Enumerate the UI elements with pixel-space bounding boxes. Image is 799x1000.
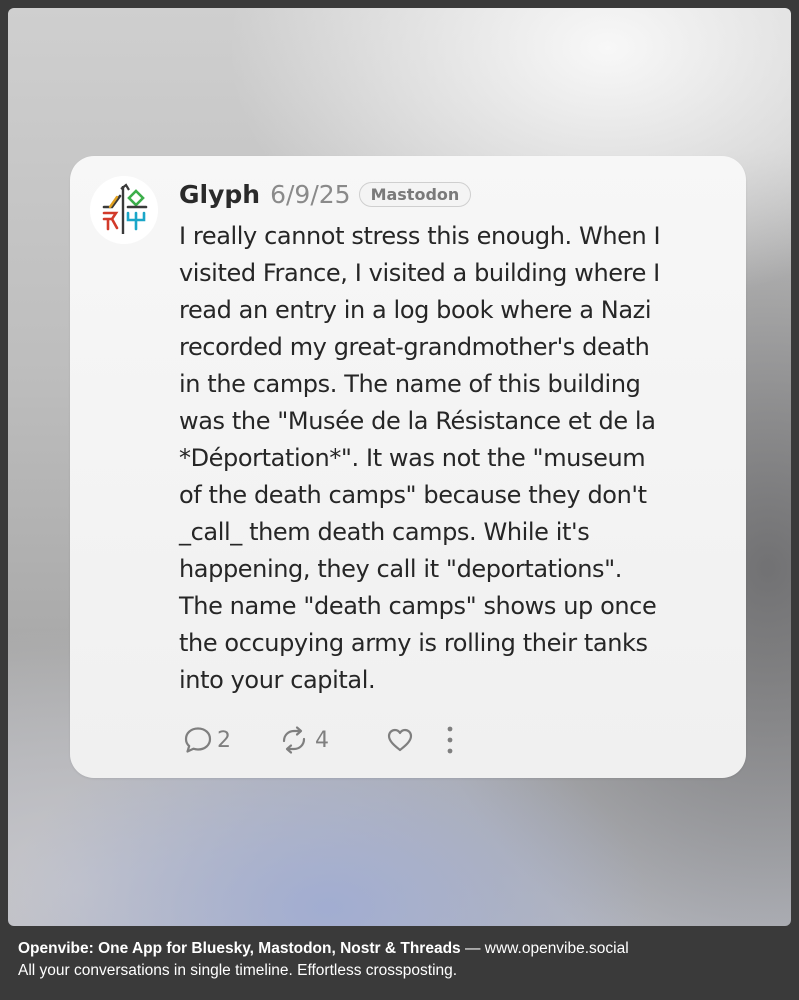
footer-separator: — <box>460 940 485 957</box>
footer-line-1: Openvibe: One App for Bluesky, Mastodon,… <box>18 938 788 960</box>
post-date[interactable]: 6/9/25 <box>270 180 350 209</box>
more-button[interactable] <box>443 724 457 756</box>
post-text-line: read an entry in a log book where a Nazi <box>179 296 652 324</box>
post-text-line: the occupying army is rolling their tank… <box>179 629 648 657</box>
boost-count: 4 <box>315 727 329 753</box>
more-vertical-icon <box>447 726 453 754</box>
post-text-line: visited France, I visited a building whe… <box>179 259 660 287</box>
post-text-line: I really cannot stress this enough. When… <box>179 222 661 250</box>
post-text: I really cannot stress this enough. When… <box>179 218 731 699</box>
platform-badge: Mastodon <box>358 181 472 207</box>
post-text-line: in the camps. The name of this building <box>179 370 641 398</box>
footer-brand: Openvibe: One App for Bluesky, Mastodon,… <box>18 940 461 957</box>
post-text-line: _call_ them death camps. While it's <box>179 518 590 546</box>
post-text-line: *Déportation*". It was not the "museum <box>179 444 646 472</box>
post-text-line: into your capital. <box>179 666 376 694</box>
post-text-line: happening, they call it "deportations". <box>179 555 623 583</box>
post-header: Glyph 6/9/25 Mastodon <box>179 176 472 212</box>
post-text-line: of the death camps" because they don't <box>179 481 647 509</box>
footer-url[interactable]: www.openvibe.social <box>485 940 629 957</box>
post-actions: 2 4 <box>183 722 457 758</box>
reply-bubble-icon <box>184 727 212 753</box>
heart-icon <box>387 728 413 752</box>
post-text-line: was the "Musée de la Résistance et de la <box>179 407 656 435</box>
like-button[interactable] <box>385 725 443 755</box>
background-panel: Glyph 6/9/25 Mastodon I really cannot st… <box>8 8 791 926</box>
footer-tagline: All your conversations in single timelin… <box>18 962 458 979</box>
promo-footer: Openvibe: One App for Bluesky, Mastodon,… <box>18 938 788 982</box>
boost-button[interactable]: 4 <box>277 725 385 755</box>
reply-count: 2 <box>217 727 231 753</box>
boost-icon <box>282 726 306 754</box>
post-card[interactable]: Glyph 6/9/25 Mastodon I really cannot st… <box>70 156 746 778</box>
glyph-logo-icon <box>90 176 158 244</box>
reply-button[interactable]: 2 <box>183 725 277 755</box>
author-name[interactable]: Glyph <box>179 180 260 209</box>
avatar[interactable] <box>90 176 158 244</box>
post-text-line: recorded my great-grandmother's death <box>179 333 650 361</box>
post-text-line: The name "death camps" shows up once <box>179 592 657 620</box>
